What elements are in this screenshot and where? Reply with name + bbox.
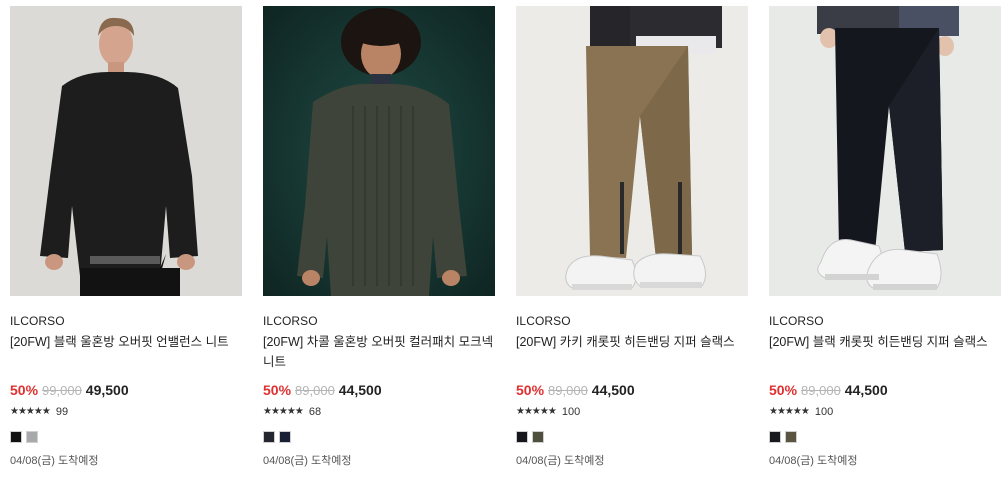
- original-price: 89,000: [295, 383, 335, 398]
- color-swatch[interactable]: [785, 431, 797, 443]
- discount-rate: 50%: [263, 382, 292, 398]
- sale-price: 44,500: [591, 382, 635, 398]
- delivery-date: 04/08(금) 도착예정: [516, 455, 605, 467]
- color-swatch[interactable]: [10, 431, 22, 443]
- product-rating: ★★★★★ 99: [10, 405, 242, 419]
- product-name[interactable]: [20FW] 블랙 캐롯핏 히든밴딩 지퍼 슬랙스: [769, 332, 1001, 372]
- color-swatch[interactable]: [769, 431, 781, 443]
- review-count: 100: [814, 406, 834, 418]
- product-brand[interactable]: ILCORSO: [10, 314, 242, 328]
- product-price: 50% 89,000 44,500: [516, 381, 748, 400]
- product-image-khaki-slacks[interactable]: [516, 6, 748, 296]
- product-brand[interactable]: ILCORSO: [516, 314, 748, 328]
- product-name[interactable]: [20FW] 블랙 울혼방 오버핏 언밸런스 니트: [10, 332, 242, 372]
- product-brand[interactable]: ILCORSO: [769, 314, 1001, 328]
- delivery-date: 04/08(금) 도착예정: [769, 455, 858, 467]
- color-swatch[interactable]: [516, 431, 528, 443]
- product-brand[interactable]: ILCORSO: [263, 314, 495, 328]
- product-rating: ★★★★★ 100: [516, 405, 748, 419]
- product-name[interactable]: [20FW] 차콜 울혼방 오버핏 컬러패치 모크넥 니트: [263, 332, 495, 372]
- review-count: 100: [561, 406, 581, 418]
- original-price: 99,000: [42, 383, 82, 398]
- discount-rate: 50%: [516, 382, 545, 398]
- color-swatch[interactable]: [279, 431, 291, 443]
- discount-rate: 50%: [769, 382, 798, 398]
- color-swatches: [263, 431, 495, 443]
- star-rating-icon: ★★★★★: [769, 406, 810, 417]
- color-swatch[interactable]: [532, 431, 544, 443]
- product-image-charcoal-knit[interactable]: [263, 6, 495, 296]
- product-price: 50% 99,000 49,500: [10, 381, 242, 400]
- star-rating-icon: ★★★★★: [516, 406, 557, 417]
- sale-price: 44,500: [844, 382, 888, 398]
- review-count: 99: [55, 406, 69, 418]
- color-swatches: [516, 431, 748, 443]
- product-grid: ILCORSO [20FW] 블랙 울혼방 오버핏 언밸런스 니트 50% 99,…: [0, 0, 1008, 480]
- product-card[interactable]: ILCORSO [20FW] 카키 캐롯핏 히든밴딩 지퍼 슬랙스 50% 89,…: [516, 6, 748, 468]
- sale-price: 49,500: [85, 382, 129, 398]
- star-rating-icon: ★★★★★: [10, 406, 51, 417]
- product-name[interactable]: [20FW] 카키 캐롯핏 히든밴딩 지퍼 슬랙스: [516, 332, 748, 372]
- star-rating-icon: ★★★★★: [263, 406, 304, 417]
- product-image-black-slacks[interactable]: [769, 6, 1001, 296]
- product-card[interactable]: ILCORSO [20FW] 블랙 캐롯핏 히든밴딩 지퍼 슬랙스 50% 89,…: [769, 6, 1001, 468]
- color-swatches: [769, 431, 1001, 443]
- original-price: 89,000: [548, 383, 588, 398]
- review-count: 68: [308, 406, 322, 418]
- delivery-date: 04/08(금) 도착예정: [10, 455, 99, 467]
- product-card[interactable]: ILCORSO [20FW] 차콜 울혼방 오버핏 컬러패치 모크넥 니트 50…: [263, 6, 495, 468]
- color-swatches: [10, 431, 242, 443]
- product-rating: ★★★★★ 68: [263, 405, 495, 419]
- discount-rate: 50%: [10, 382, 39, 398]
- original-price: 89,000: [801, 383, 841, 398]
- color-swatch[interactable]: [263, 431, 275, 443]
- product-price: 50% 89,000 44,500: [769, 381, 1001, 400]
- product-rating: ★★★★★ 100: [769, 405, 1001, 419]
- product-card[interactable]: ILCORSO [20FW] 블랙 울혼방 오버핏 언밸런스 니트 50% 99,…: [10, 6, 242, 468]
- product-price: 50% 89,000 44,500: [263, 381, 495, 400]
- sale-price: 44,500: [338, 382, 382, 398]
- delivery-date: 04/08(금) 도착예정: [263, 455, 352, 467]
- product-image-black-knit[interactable]: [10, 6, 242, 296]
- color-swatch[interactable]: [26, 431, 38, 443]
